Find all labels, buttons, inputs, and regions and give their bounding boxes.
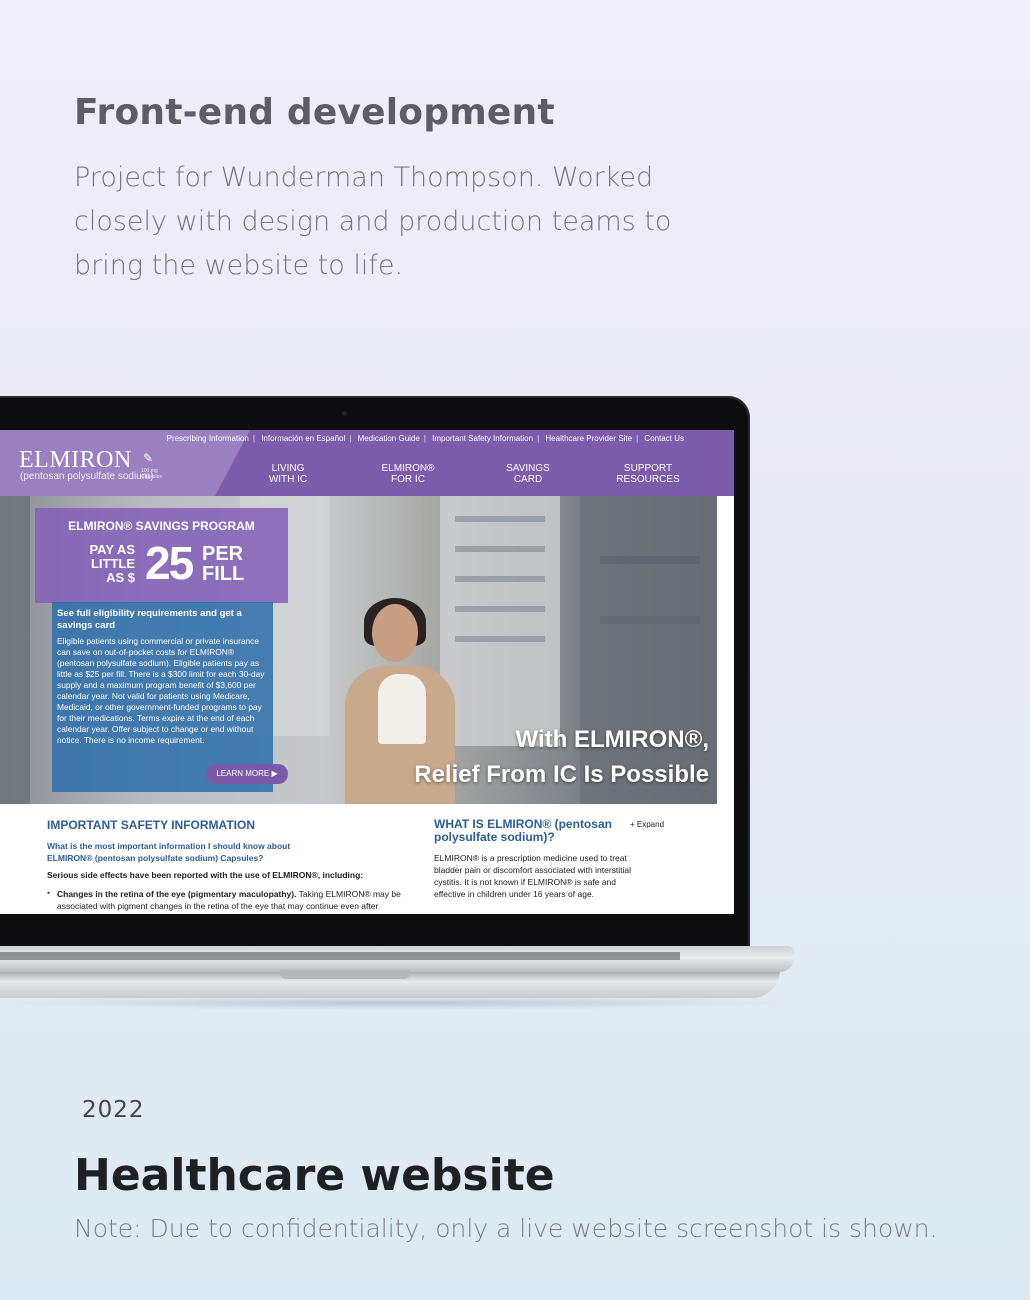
- promo-amount: 25: [145, 537, 194, 589]
- learn-more-button[interactable]: LEARN MORE ▶: [206, 764, 288, 784]
- hero-headline: With ELMIRON®, Relief From IC Is Possible: [414, 726, 709, 788]
- nav-living-with-ic[interactable]: LIVING WITH IC: [248, 463, 328, 485]
- pill-icon: ✎: [143, 451, 154, 465]
- promo-body: Eligible patients using commercial or pr…: [57, 636, 265, 745]
- nav-support-resources[interactable]: SUPPORT RESOURCES: [608, 463, 688, 485]
- promo-pay-text: PAY AS LITTLE AS $: [89, 542, 135, 585]
- isi-question: What is the most important information I…: [47, 841, 291, 863]
- section-heading: Front-end development: [74, 92, 555, 133]
- logo-subtitle: (pentosan polysulfate sodium): [20, 471, 154, 482]
- nav-elmiron-for-ic[interactable]: ELMIRON® FOR IC: [368, 463, 448, 485]
- link-prescribing-info[interactable]: Prescribing Information: [167, 434, 249, 443]
- website-screenshot: ELMIRON ✎ (pentosan polysulfate sodium) …: [0, 430, 734, 914]
- isi-bullet: Changes in the retina of the eye (pigmen…: [57, 889, 401, 911]
- promo-title: ELMIRON® SAVINGS PROGRAM: [68, 519, 255, 533]
- project-year: 2022: [82, 1097, 145, 1123]
- expand-toggle[interactable]: + Expand: [630, 820, 664, 829]
- bullet-icon: •: [47, 888, 51, 898]
- laptop-notch: [280, 970, 410, 979]
- promo-heading: See full eligibility requirements and ge…: [57, 608, 242, 631]
- savings-details: See full eligibility requirements and ge…: [52, 602, 288, 792]
- link-espanol[interactable]: Información en Español: [261, 434, 345, 443]
- link-medication-guide[interactable]: Medication Guide: [358, 434, 420, 443]
- link-contact[interactable]: Contact Us: [644, 434, 684, 443]
- laptop-shadow: [0, 996, 790, 1010]
- project-title: Healthcare website: [74, 1150, 555, 1201]
- savings-promo: ELMIRON® SAVINGS PROGRAM PAY AS LITTLE AS …: [35, 508, 288, 603]
- scrollbar[interactable]: [717, 496, 734, 914]
- link-safety-info[interactable]: Important Safety Information: [432, 434, 533, 443]
- isi-heading: IMPORTANT SAFETY INFORMATION: [47, 818, 255, 832]
- confidentiality-note: Note: Due to confidentiality, only a liv…: [74, 1214, 938, 1243]
- link-hcp-site[interactable]: Healthcare Provider Site: [545, 434, 632, 443]
- what-is-body: ELMIRON® is a prescription medicine used…: [434, 853, 632, 899]
- isi-serious: Serious side effects have been reported …: [47, 870, 364, 880]
- safety-information: IMPORTANT SAFETY INFORMATION What is the…: [0, 804, 717, 914]
- site-logo[interactable]: ELMIRON: [19, 447, 132, 474]
- what-is-heading: WHAT IS ELMIRON® (pentosan polysulfate s…: [434, 817, 612, 844]
- logo-dose: 100 mg Capsules: [141, 468, 162, 480]
- promo-per-fill: PER FILL: [202, 543, 245, 585]
- nav-savings-card[interactable]: SAVINGS CARD: [488, 463, 568, 485]
- camera-icon: [342, 411, 347, 416]
- laptop-keyboard-edge: [0, 952, 680, 960]
- utility-links: Prescribing Information | Información en …: [166, 434, 684, 443]
- intro-text: Project for Wunderman Thompson. Worked c…: [74, 162, 672, 281]
